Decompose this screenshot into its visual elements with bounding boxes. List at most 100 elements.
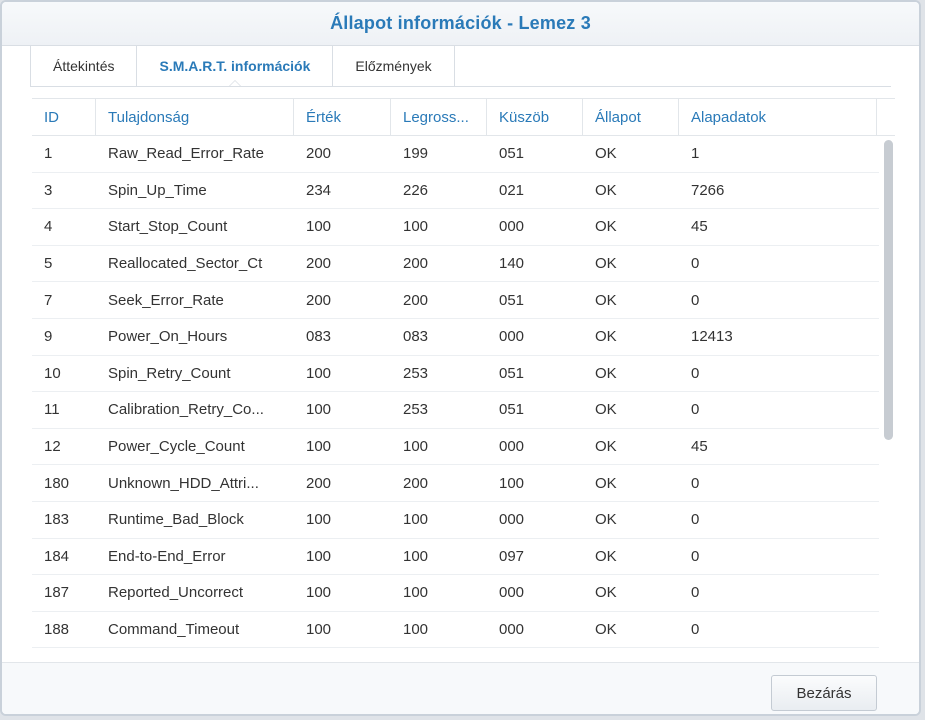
cell-attribute: Runtime_Bad_Block — [108, 511, 244, 529]
cell-value: 100 — [306, 621, 332, 639]
cell-raw-data: 12413 — [691, 328, 733, 346]
cell-attribute: Seek_Error_Rate — [108, 291, 224, 309]
cell-id: 5 — [44, 255, 53, 273]
smart-table: ID Tulajdonság Érték Legross... Küszöb Á… — [32, 98, 895, 657]
smart-info-dialog: Állapot információk - Lemez 3 Áttekintés… — [0, 0, 921, 716]
cell-threshold: 051 — [499, 401, 525, 419]
cell-threshold: 051 — [499, 364, 525, 382]
table-row[interactable]: 12 Power_Cycle_Count 100 100 000 OK 45 — [32, 429, 879, 466]
tab-history[interactable]: Előzmények — [333, 46, 453, 86]
column-header-threshold[interactable]: Küszöb — [487, 99, 583, 135]
table-row[interactable]: 9 Power_On_Hours 083 083 000 OK 12413 — [32, 319, 879, 356]
cell-status: OK — [595, 438, 617, 456]
cell-worst: 100 — [403, 438, 429, 456]
cell-value: 200 — [306, 474, 332, 492]
cell-id: 12 — [44, 438, 61, 456]
vertical-scrollbar[interactable] — [883, 136, 893, 657]
cell-id: 183 — [44, 511, 70, 529]
cell-threshold: 021 — [499, 181, 525, 199]
cell-value: 100 — [306, 584, 332, 602]
cell-value: 200 — [306, 255, 332, 273]
cell-worst: 100 — [403, 621, 429, 639]
scrollbar-thumb[interactable] — [884, 140, 893, 440]
tab-overview[interactable]: Áttekintés — [31, 46, 138, 86]
table-row[interactable]: 183 Runtime_Bad_Block 100 100 000 OK 0 — [32, 502, 879, 539]
cell-id: 1 — [44, 145, 53, 163]
dialog-footer: Bezárás — [2, 662, 919, 714]
cell-worst: 226 — [403, 181, 429, 199]
column-header-attribute[interactable]: Tulajdonság — [96, 99, 294, 135]
table-row[interactable]: 187 Reported_Uncorrect 100 100 000 OK 0 — [32, 575, 879, 612]
table-row[interactable]: 184 End-to-End_Error 100 100 097 OK 0 — [32, 539, 879, 576]
cell-threshold: 000 — [499, 621, 525, 639]
cell-threshold: 140 — [499, 255, 525, 273]
cell-id: 9 — [44, 328, 53, 346]
cell-id: 188 — [44, 621, 70, 639]
cell-attribute: Power_Cycle_Count — [108, 438, 245, 456]
tab-smart-info[interactable]: S.M.A.R.T. információk — [137, 46, 334, 87]
table-row[interactable]: 10 Spin_Retry_Count 100 253 051 OK 0 — [32, 356, 879, 393]
cell-attribute: Start_Stop_Count — [108, 218, 228, 236]
cell-threshold: 051 — [499, 145, 525, 163]
cell-raw-data: 0 — [691, 291, 700, 309]
column-header-spacer — [877, 99, 895, 135]
cell-value: 234 — [306, 181, 332, 199]
cell-threshold: 051 — [499, 291, 525, 309]
column-header-worst[interactable]: Legross... — [391, 99, 487, 135]
cell-attribute: Spin_Retry_Count — [108, 364, 231, 382]
cell-worst: 253 — [403, 401, 429, 419]
cell-worst: 253 — [403, 364, 429, 382]
cell-id: 180 — [44, 474, 70, 492]
tab-smart-info-label: S.M.A.R.T. információk — [159, 58, 311, 74]
tab-overview-label: Áttekintés — [53, 58, 115, 74]
cell-raw-data: 0 — [691, 511, 700, 529]
column-header-value[interactable]: Érték — [294, 99, 391, 135]
cell-threshold: 100 — [499, 474, 525, 492]
dialog-titlebar[interactable]: Állapot információk - Lemez 3 — [2, 2, 919, 46]
cell-value: 100 — [306, 547, 332, 565]
table-row[interactable]: 7 Seek_Error_Rate 200 200 051 OK 0 — [32, 282, 879, 319]
cell-value: 083 — [306, 328, 332, 346]
table-row[interactable]: 3 Spin_Up_Time 234 226 021 OK 7266 — [32, 173, 879, 210]
cell-threshold: 000 — [499, 438, 525, 456]
cell-status: OK — [595, 401, 617, 419]
cell-attribute: Unknown_HDD_Attri... — [108, 474, 259, 492]
tab-history-label: Előzmények — [355, 58, 432, 74]
table-row[interactable]: 4 Start_Stop_Count 100 100 000 OK 45 — [32, 209, 879, 246]
tab-divider — [30, 86, 891, 87]
table-row[interactable]: 180 Unknown_HDD_Attri... 200 200 100 OK 0 — [32, 465, 879, 502]
tab-bar: Áttekintés S.M.A.R.T. információk Előzmé… — [30, 46, 455, 87]
cell-worst: 100 — [403, 218, 429, 236]
cell-status: OK — [595, 547, 617, 565]
cell-raw-data: 7266 — [691, 181, 725, 199]
cell-status: OK — [595, 255, 617, 273]
cell-status: OK — [595, 145, 617, 163]
cell-threshold: 000 — [499, 218, 525, 236]
cell-status: OK — [595, 328, 617, 346]
cell-id: 184 — [44, 547, 70, 565]
close-button[interactable]: Bezárás — [771, 675, 877, 711]
cell-attribute: Raw_Read_Error_Rate — [108, 145, 264, 163]
cell-raw-data: 45 — [691, 218, 708, 236]
column-header-id[interactable]: ID — [32, 99, 96, 135]
cell-worst: 200 — [403, 474, 429, 492]
column-header-raw-data[interactable]: Alapadatok — [679, 99, 877, 135]
cell-worst: 083 — [403, 328, 429, 346]
cell-attribute: Calibration_Retry_Co... — [108, 401, 264, 419]
cell-status: OK — [595, 584, 617, 602]
table-row[interactable]: 5 Reallocated_Sector_Ct 200 200 140 OK 0 — [32, 246, 879, 283]
table-row[interactable]: 1 Raw_Read_Error_Rate 200 199 051 OK 1 — [32, 136, 879, 173]
cell-worst: 200 — [403, 255, 429, 273]
column-header-status[interactable]: Állapot — [583, 99, 679, 135]
cell-raw-data: 45 — [691, 438, 708, 456]
cell-raw-data: 0 — [691, 255, 700, 273]
cell-threshold: 097 — [499, 547, 525, 565]
table-row[interactable]: 188 Command_Timeout 100 100 000 OK 0 — [32, 612, 879, 649]
cell-value: 200 — [306, 291, 332, 309]
cell-raw-data: 0 — [691, 547, 700, 565]
cell-value: 100 — [306, 438, 332, 456]
table-row[interactable]: 11 Calibration_Retry_Co... 100 253 051 OK 0 — [32, 392, 879, 429]
cell-worst: 100 — [403, 547, 429, 565]
cell-raw-data: 0 — [691, 401, 700, 419]
cell-id: 7 — [44, 291, 53, 309]
